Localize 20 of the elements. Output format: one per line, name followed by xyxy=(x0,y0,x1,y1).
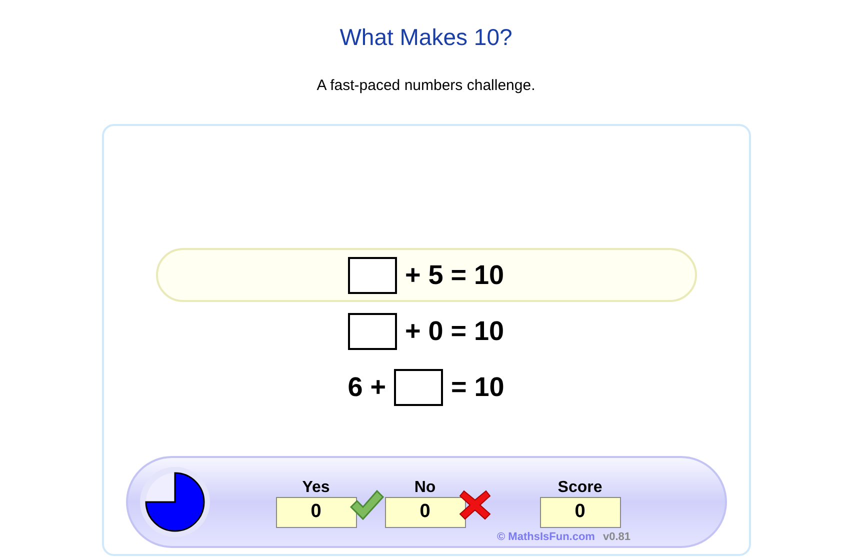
score-field: 0 xyxy=(276,496,356,528)
version-text: v0.81 xyxy=(602,530,630,544)
score-label: Yes xyxy=(302,478,330,496)
page-subtitle: A fast-paced numbers challenge. xyxy=(316,76,536,96)
timer-pie xyxy=(144,471,206,533)
score-field: 0 xyxy=(540,496,620,528)
equation-text: 6 + xyxy=(348,370,386,404)
score-label: No xyxy=(414,478,436,496)
answer-box[interactable] xyxy=(348,312,397,350)
check-icon xyxy=(348,488,384,520)
cross-icon xyxy=(458,488,492,520)
equation-text: + 0 = 10 xyxy=(404,314,504,348)
score-label: Score xyxy=(558,478,602,496)
answer-box[interactable] xyxy=(348,256,397,294)
answer-box[interactable] xyxy=(394,368,443,406)
page-title: What Makes 10? xyxy=(340,23,512,52)
score-field: 0 xyxy=(384,496,466,528)
credit-link[interactable]: © MathsIsFun.com xyxy=(497,528,595,545)
equation-text: + 5 = 10 xyxy=(404,258,504,292)
equation-text: = 10 xyxy=(450,370,504,404)
